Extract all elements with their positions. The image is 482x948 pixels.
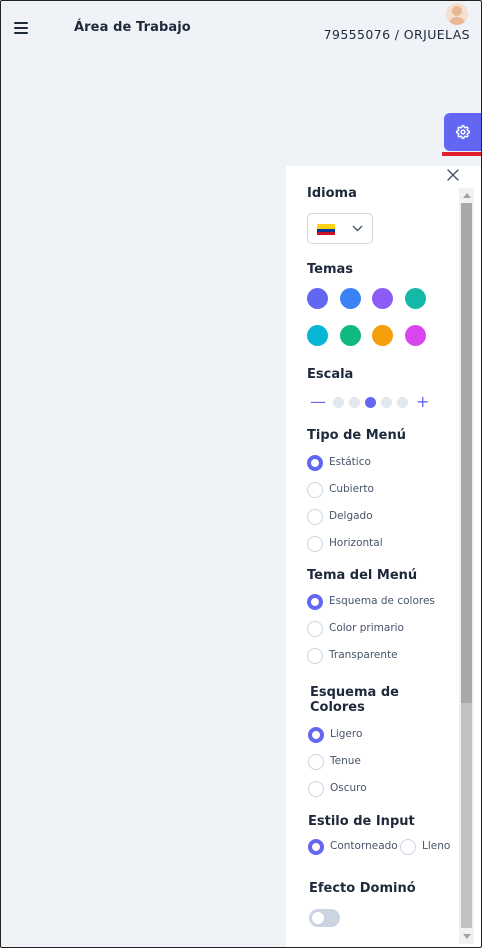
radio-button[interactable] <box>308 727 324 743</box>
scale-dot[interactable] <box>333 397 344 408</box>
theme-swatch[interactable] <box>372 325 393 346</box>
active-indicator <box>442 152 482 156</box>
chevron-down-icon <box>352 225 363 232</box>
radio-button[interactable] <box>400 839 416 855</box>
tema-menu-title: Tema del Menú <box>307 568 418 583</box>
scale-dot[interactable] <box>349 397 360 408</box>
theme-swatch[interactable] <box>405 288 426 309</box>
escala-title: Escala <box>307 367 354 382</box>
radio-button[interactable] <box>307 536 323 552</box>
radio-label: Transparente <box>329 649 398 661</box>
radio-label: Color primario <box>329 622 404 634</box>
config-button[interactable] <box>444 113 482 151</box>
radio-button[interactable] <box>308 781 324 797</box>
topbar: Área de Trabajo 79555076 / ORJUELAS <box>0 0 482 58</box>
idioma-title: Idioma <box>307 186 357 201</box>
theme-swatch[interactable] <box>372 288 393 309</box>
colombia-flag-icon <box>317 224 335 235</box>
radio-label: Esquema de colores <box>329 595 435 607</box>
radio-button[interactable] <box>308 839 324 855</box>
esquema-colores-title: Esquema de Colores <box>310 685 399 715</box>
radio-label: Ligero <box>330 728 363 740</box>
radio-button[interactable] <box>307 621 323 637</box>
radio-button[interactable] <box>307 509 323 525</box>
scale-dot[interactable] <box>365 397 376 408</box>
language-select[interactable] <box>307 213 373 244</box>
scale-dot[interactable] <box>397 397 408 408</box>
estilo-input-title: Estilo de Input <box>308 814 415 829</box>
gear-icon <box>456 125 470 139</box>
temas-title: Temas <box>307 262 354 277</box>
scroll-down-arrow-icon[interactable] <box>463 934 471 939</box>
radio-label: Delgado <box>329 510 373 522</box>
efecto-domino-toggle[interactable] <box>309 909 340 927</box>
radio-button[interactable] <box>307 455 323 471</box>
tipo-menu-title: Tipo de Menú <box>307 428 406 443</box>
theme-swatch[interactable] <box>307 288 328 309</box>
radio-button[interactable] <box>307 482 323 498</box>
hamburger-icon[interactable] <box>14 22 28 34</box>
radio-label: Oscuro <box>330 782 367 794</box>
theme-swatch[interactable] <box>307 325 328 346</box>
scroll-thumb[interactable] <box>461 203 472 703</box>
minus-icon[interactable]: — <box>310 394 326 410</box>
radio-button[interactable] <box>308 754 324 770</box>
radio-label: Cubierto <box>329 483 374 495</box>
efecto-domino-title: Efecto Dominó <box>309 881 416 896</box>
radio-label: Tenue <box>330 755 361 767</box>
theme-swatch[interactable] <box>340 325 361 346</box>
radio-button[interactable] <box>307 594 323 610</box>
radio-label: Horizontal <box>329 537 383 549</box>
config-panel <box>286 166 482 948</box>
radio-label: Lleno <box>422 840 451 852</box>
radio-label: Estático <box>329 456 371 468</box>
scale-dot[interactable] <box>381 397 392 408</box>
theme-swatch[interactable] <box>405 325 426 346</box>
user-id-label[interactable]: 79555076 / ORJUELAS <box>324 27 470 42</box>
radio-label: Contorneado <box>330 840 398 852</box>
close-icon[interactable] <box>446 168 460 182</box>
radio-button[interactable] <box>307 648 323 664</box>
page-title: Área de Trabajo <box>74 20 191 35</box>
theme-swatch[interactable] <box>340 288 361 309</box>
user-avatar[interactable] <box>446 3 468 25</box>
scroll-track[interactable] <box>461 703 472 928</box>
panel-scrollbar[interactable] <box>459 188 474 944</box>
plus-icon[interactable]: + <box>416 394 429 410</box>
scroll-up-arrow-icon[interactable] <box>463 193 471 198</box>
